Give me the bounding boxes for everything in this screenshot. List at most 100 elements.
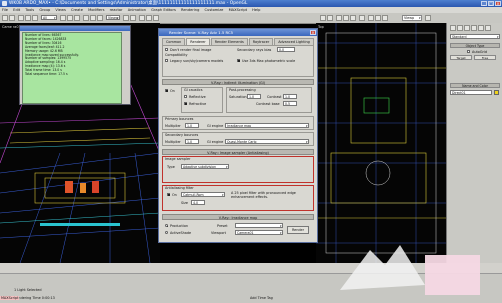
render-setup-icon[interactable] xyxy=(368,14,374,21)
add-time-tag[interactable]: Add Time Tag xyxy=(250,296,273,300)
legacy-sun-sky-checkbox[interactable] xyxy=(165,59,168,62)
select-by-name-icon[interactable] xyxy=(67,14,73,21)
pivot-icon[interactable] xyxy=(123,14,129,21)
align-icon[interactable] xyxy=(327,14,333,21)
tab-raytracer[interactable]: Raytracer xyxy=(248,38,274,45)
top-viewport[interactable]: Top xyxy=(316,23,446,263)
object-name-field[interactable]: Direct01 xyxy=(450,90,492,95)
name-and-color-rollout[interactable]: Name and Color xyxy=(450,83,500,88)
autogrid-checkbox[interactable] xyxy=(467,50,470,53)
dialog-title[interactable]: Render Scene: V-Ray Adv 1.5 RC5 xyxy=(159,29,317,36)
curve-editor-icon[interactable] xyxy=(343,14,349,21)
menu-animation[interactable]: Animation xyxy=(128,8,146,12)
move-icon[interactable] xyxy=(83,14,89,21)
contrast-field[interactable]: 1.0 xyxy=(283,94,297,99)
unlink-icon[interactable] xyxy=(25,14,31,21)
menu-create[interactable]: Create xyxy=(71,8,83,12)
quick-render-icon[interactable] xyxy=(382,14,388,21)
gi-rollout-header[interactable]: V-Ray:: Indirect illumination (GI) xyxy=(162,79,314,85)
menu-group[interactable]: Group xyxy=(39,8,50,12)
size-field[interactable]: 4.0 xyxy=(191,200,205,205)
secondary-rays-bias-field[interactable]: 0.0 xyxy=(277,47,295,52)
preset-combo[interactable] xyxy=(235,223,283,228)
gi-on-checkbox[interactable] xyxy=(165,89,168,92)
tab-common[interactable]: Common xyxy=(162,38,186,45)
free-light-button[interactable]: Free xyxy=(474,55,496,60)
target-light-button[interactable]: Target xyxy=(450,55,472,60)
maxscript-listener[interactable]: MAXScript xyxy=(0,296,20,300)
log-text-area[interactable]: Number of lines: 66367 Number of faces: … xyxy=(22,32,122,104)
menu-rendering[interactable]: Rendering xyxy=(181,8,199,12)
saturation-field[interactable]: 1.0 xyxy=(247,94,261,99)
category-dropdown[interactable]: Standard xyxy=(450,34,500,39)
menu-tools[interactable]: Tools xyxy=(25,8,34,12)
menu-customize[interactable]: Customize xyxy=(205,8,224,12)
reference-coord-combo[interactable]: Viewp xyxy=(106,15,120,20)
region-select-icon[interactable] xyxy=(74,14,80,21)
angle-snap-icon[interactable] xyxy=(146,14,152,21)
log-titlebar[interactable] xyxy=(20,26,130,31)
menu-graph-editors[interactable]: Graph Editors xyxy=(151,8,176,12)
minimize-icon[interactable]: _ xyxy=(481,1,487,6)
motion-tab-icon[interactable] xyxy=(471,25,477,31)
aa-filter-combo[interactable]: Catmull-Rom xyxy=(181,192,225,197)
bind-spacewarp-icon[interactable] xyxy=(32,14,38,21)
menu-views[interactable]: Views xyxy=(55,8,65,12)
schematic-view-icon[interactable] xyxy=(350,14,356,21)
select-icon[interactable] xyxy=(60,14,66,21)
image-sampler-type-combo[interactable]: Adaptive subdivision xyxy=(181,164,229,169)
secondary-multiplier-field[interactable]: 1.0 xyxy=(185,139,199,144)
percent-snap-icon[interactable] xyxy=(153,14,159,21)
render-button[interactable]: Render xyxy=(287,226,309,234)
menu-help[interactable]: Help xyxy=(252,8,260,12)
production-radio[interactable] xyxy=(165,224,168,227)
scale-icon[interactable] xyxy=(97,14,103,21)
dont-render-final-checkbox[interactable] xyxy=(165,48,168,51)
reflective-checkbox[interactable] xyxy=(184,95,187,98)
tab-advanced-lighting[interactable]: Advanced Lighting xyxy=(274,38,314,45)
display-tab-icon[interactable] xyxy=(478,25,484,31)
refractive-checkbox[interactable] xyxy=(184,102,187,105)
selection-filter-combo[interactable]: All xyxy=(41,15,57,20)
layer-manager-icon[interactable] xyxy=(336,14,342,21)
activeshade-radio[interactable] xyxy=(165,231,168,234)
tab-render-elements[interactable]: Render Elements xyxy=(210,38,248,45)
render-frame-icon[interactable] xyxy=(375,14,381,21)
hierarchy-tab-icon[interactable] xyxy=(464,25,470,31)
viewport-combo[interactable]: Camera01 xyxy=(235,230,283,235)
viewport-label[interactable]: Top xyxy=(318,25,324,29)
close-icon[interactable]: × xyxy=(495,1,501,6)
modify-tab-icon[interactable] xyxy=(457,25,463,31)
maximize-icon[interactable]: □ xyxy=(488,1,494,6)
mirror-icon[interactable] xyxy=(320,14,326,21)
secondary-gi-engine-combo[interactable]: Quasi-Monte Carlo xyxy=(225,139,309,144)
menu-maxscript[interactable]: MAXScript xyxy=(229,8,247,12)
material-editor-icon[interactable] xyxy=(359,14,365,21)
snap-icon[interactable] xyxy=(139,14,145,21)
primary-multiplier-field[interactable]: 1.0 xyxy=(185,123,199,128)
render-production-icon[interactable] xyxy=(425,14,431,21)
select-manipulate-icon[interactable] xyxy=(130,14,136,21)
menu-edit[interactable]: Edit xyxy=(13,8,20,12)
utilities-tab-icon[interactable] xyxy=(485,25,491,31)
viewport-label[interactable]: Came ra01 xyxy=(2,25,21,29)
link-icon[interactable] xyxy=(18,14,24,21)
menu-file[interactable]: File xyxy=(2,8,8,12)
render-type-combo[interactable]: Viewp xyxy=(402,14,422,21)
create-tab-icon[interactable] xyxy=(450,25,456,31)
menu-reactor[interactable]: reactor xyxy=(110,8,123,12)
tab-renderer[interactable]: Renderer xyxy=(186,38,210,45)
primary-gi-engine-combo[interactable]: Irradiance map xyxy=(225,123,309,128)
redo-icon[interactable] xyxy=(9,14,15,21)
dialog-close-icon[interactable]: × xyxy=(310,30,316,35)
undo-icon[interactable] xyxy=(2,14,8,21)
object-type-rollout[interactable]: Object Type xyxy=(450,43,500,48)
rotate-icon[interactable] xyxy=(90,14,96,21)
aa-rollout-header[interactable]: V-Ray:: Image sampler (Antialiasing) xyxy=(162,149,314,155)
use-photometric-checkbox[interactable] xyxy=(237,59,240,62)
contrast-base-field[interactable]: 0.5 xyxy=(283,101,297,106)
irradiance-rollout-header[interactable]: V-Ray:: Irradiance map xyxy=(162,214,314,220)
object-color-swatch[interactable] xyxy=(494,90,499,95)
aa-filter-on-checkbox[interactable] xyxy=(167,193,170,196)
menu-modifiers[interactable]: Modifiers xyxy=(88,8,104,12)
